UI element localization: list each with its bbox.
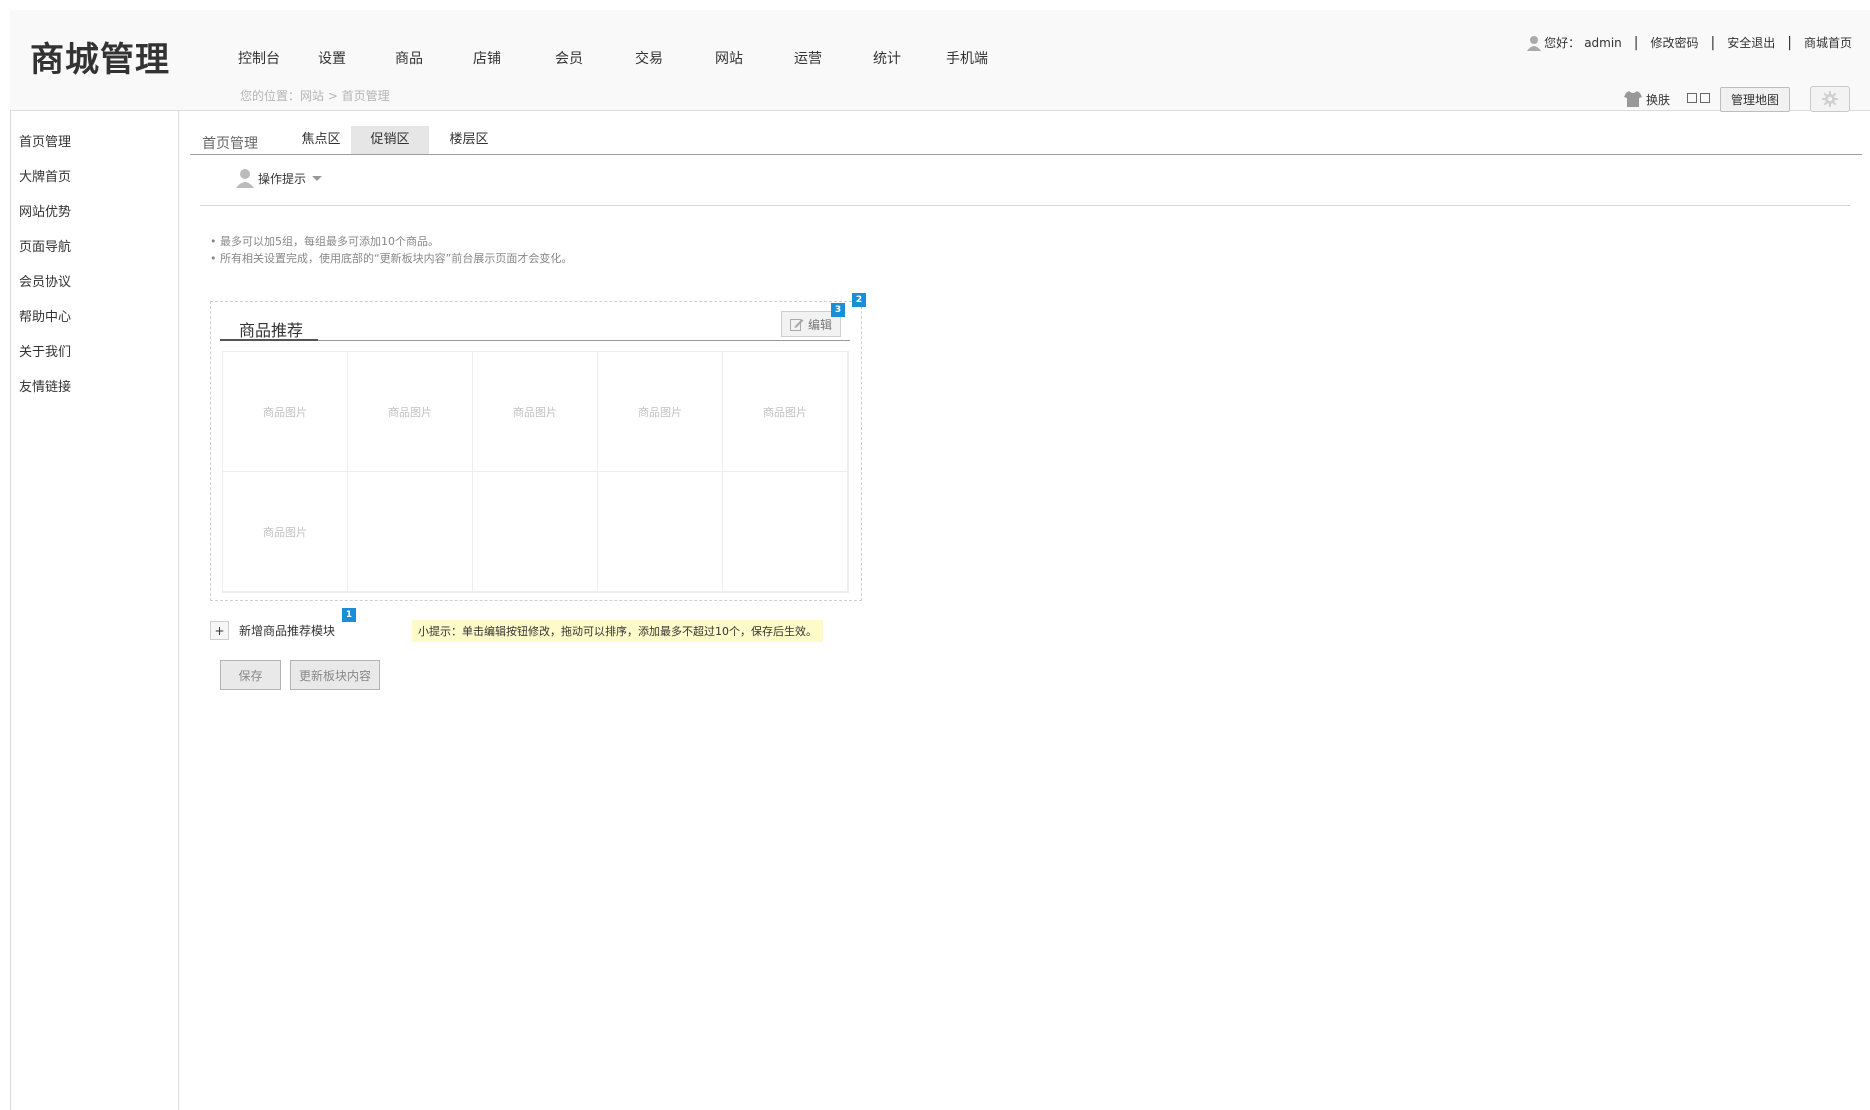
user-icon [1527, 35, 1542, 51]
nav-mobile[interactable]: 手机端 [946, 48, 1006, 68]
goods-empty-slot [598, 472, 723, 592]
goods-image-slot[interactable]: 商品图片 [598, 352, 723, 472]
divider [200, 205, 1850, 206]
tool-row: 换肤 管理地图 [1623, 86, 1850, 112]
goods-image-slot[interactable]: 商品图片 [348, 352, 473, 472]
goods-image-slot[interactable]: 商品图片 [473, 352, 598, 472]
plus-icon: + [210, 621, 229, 640]
sidebar-item-site-advantage[interactable]: 网站优势 [19, 201, 71, 220]
goods-empty-slot [473, 472, 598, 592]
logout-link[interactable]: 安全退出 [1727, 34, 1775, 51]
tip-banner: 小提示：单击编辑按钮修改，拖动可以排序，添加最多不超过10个，保存后生效。 [412, 620, 823, 642]
square-icon [1699, 93, 1710, 103]
skin-label[interactable]: 换肤 [1646, 91, 1670, 108]
square-icon [1686, 93, 1697, 103]
tshirt-icon[interactable] [1623, 91, 1642, 107]
sidebar-item-brand-home[interactable]: 大牌首页 [19, 166, 71, 185]
layout-toggle[interactable] [1684, 92, 1710, 106]
notes: • 最多可以加5组，每组最多可添加10个商品。 • 所有相关设置完成，使用底部的… [210, 233, 572, 267]
save-button[interactable]: 保存 [220, 660, 281, 690]
user-bar: 您好： admin | 修改密码 | 安全退出 | 商城首页 [1527, 34, 1852, 51]
goods-image-slot[interactable]: 商品图片 [223, 352, 348, 472]
admin-map-button[interactable]: 管理地图 [1719, 86, 1790, 112]
tab-floor-area[interactable]: 楼层区 [430, 126, 508, 154]
sidebar: 首页管理 大牌首页 网站优势 页面导航 会员协议 帮助中心 关于我们 友情链接 [10, 111, 179, 1110]
note-line: • 所有相关设置完成，使用底部的“更新板块内容”前台展示页面才会变化。 [210, 252, 573, 265]
change-password-link[interactable]: 修改密码 [1651, 34, 1699, 51]
nav-dashboard[interactable]: 控制台 [238, 48, 318, 68]
step-badge-2: 2 [852, 293, 866, 307]
tab-focus-area[interactable]: 焦点区 [282, 126, 360, 154]
goods-empty-slot [723, 472, 848, 592]
goods-grid: 商品图片 商品图片 商品图片 商品图片 商品图片 商品图片 [222, 351, 849, 593]
top-header: 商城管理 控制台 设置 商品 店铺 会员 交易 网站 运营 统计 手机端 您的位… [10, 10, 1870, 112]
sidebar-item-member-agreement[interactable]: 会员协议 [19, 271, 71, 290]
sidebar-item-friend-links[interactable]: 友情链接 [19, 376, 71, 395]
user-icon [236, 169, 254, 188]
edit-icon [789, 319, 804, 331]
nav-settings[interactable]: 设置 [318, 48, 395, 68]
tips-toggle[interactable]: 操作提示 [236, 168, 323, 188]
nav-website[interactable]: 网站 [715, 48, 794, 68]
chevron-down-icon [312, 175, 323, 181]
nav-operation[interactable]: 运营 [794, 48, 873, 68]
gear-icon [1822, 91, 1838, 107]
sidebar-item-home-manage[interactable]: 首页管理 [19, 131, 71, 150]
add-module-label: 新增商品推荐模块 [239, 624, 336, 638]
nav-statistics[interactable]: 统计 [873, 48, 946, 68]
greeting-label: 您好： [1544, 36, 1581, 50]
module-title: 商品推荐 [239, 321, 304, 340]
tab-bar: 首页管理 焦点区 促销区 楼层区 [190, 126, 1862, 155]
note-line: • 最多可以加5组，每组最多可添加10个商品。 [210, 235, 439, 248]
sidebar-item-about-us[interactable]: 关于我们 [19, 341, 71, 360]
add-module-button[interactable]: + 新增商品推荐模块 [210, 621, 335, 640]
sidebar-item-page-nav[interactable]: 页面导航 [19, 236, 71, 255]
goods-empty-slot [348, 472, 473, 592]
nav-goods[interactable]: 商品 [395, 48, 473, 68]
goods-recommend-module[interactable]: 商品推荐 编辑 3 2 商品图片 商品图片 商品图片 商品图片 商品图片 商品图… [210, 293, 866, 601]
breadcrumb: 您的位置：网站 > 首页管理 [240, 89, 390, 103]
goods-image-slot[interactable]: 商品图片 [223, 472, 348, 592]
goods-image-slot[interactable]: 商品图片 [723, 352, 848, 472]
settings-button[interactable] [1810, 86, 1850, 112]
update-content-button[interactable]: 更新板块内容 [290, 660, 380, 690]
site-logo: 商城管理 [30, 40, 170, 80]
username: admin [1584, 35, 1622, 50]
step-badge-3: 3 [831, 303, 845, 317]
sidebar-item-help-center[interactable]: 帮助中心 [19, 306, 71, 325]
separator: | [1710, 34, 1716, 51]
tab-promotion-area[interactable]: 促销区 [351, 126, 429, 154]
nav-store[interactable]: 店铺 [473, 48, 555, 68]
top-nav: 控制台 设置 商品 店铺 会员 交易 网站 运营 统计 手机端 [238, 48, 1006, 68]
separator: | [1787, 34, 1792, 51]
step-badge-1: 1 [342, 608, 356, 622]
tips-label: 操作提示 [258, 171, 307, 186]
separator: | [1633, 34, 1639, 51]
nav-trade[interactable]: 交易 [635, 48, 715, 68]
mall-home-link[interactable]: 商城首页 [1804, 34, 1852, 51]
section-title: 首页管理 [202, 136, 258, 152]
edit-label: 编辑 [807, 317, 832, 332]
module-title-underline [220, 339, 318, 341]
nav-member[interactable]: 会员 [555, 48, 635, 68]
